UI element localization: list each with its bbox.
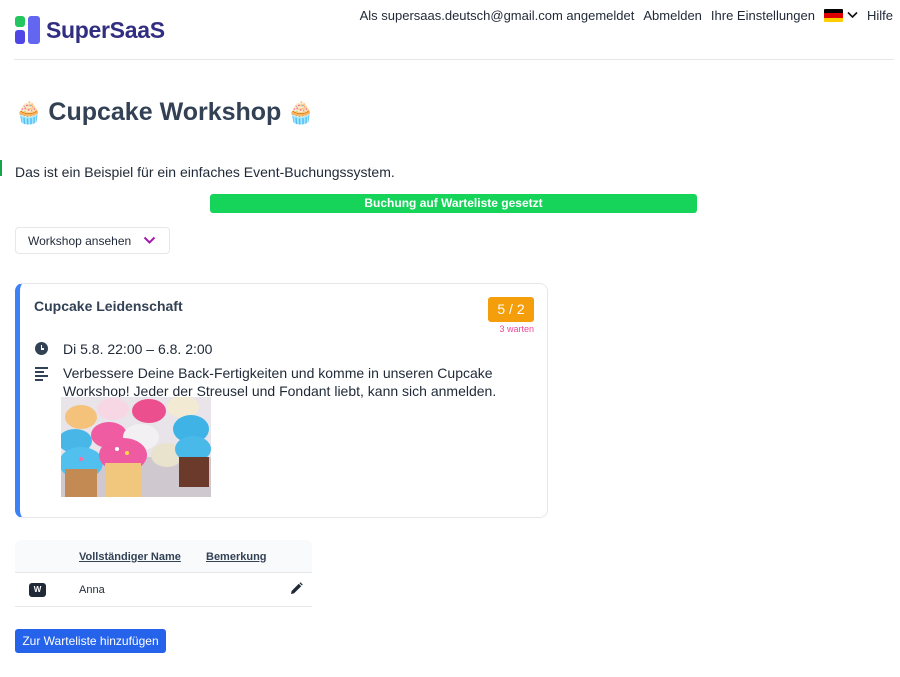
view-select-label: Workshop ansehen <box>28 233 132 248</box>
event-time-row: Di 5.8. 22:00 – 6.8. 2:00 <box>34 340 212 358</box>
header: SuperSaaS Als supersaas.deutsch@gmail.co… <box>0 0 900 60</box>
event-time: Di 5.8. 22:00 – 6.8. 2:00 <box>63 341 213 357</box>
logo[interactable]: SuperSaaS <box>15 16 165 44</box>
event-card[interactable]: Cupcake Leidenschaft 5 / 2 3 warten Di 5… <box>15 283 548 518</box>
flash-message: Buchung auf Warteliste gesetzt <box>210 194 697 213</box>
waitlist-badge: W <box>29 583 46 597</box>
left-edge-marker <box>0 160 2 176</box>
view-select[interactable]: Workshop ansehen <box>15 227 170 254</box>
event-description: Verbessere Deine Back-Fertigkeiten und k… <box>63 365 497 399</box>
description-icon <box>34 364 48 400</box>
capacity-badge: 5 / 2 <box>488 297 534 322</box>
column-header-remark[interactable]: Bemerkung <box>206 551 267 563</box>
column-header-name[interactable]: Vollständiger Name <box>79 551 181 563</box>
waitlist-table: Vollständiger Name Bemerkung W Anna <box>15 540 312 607</box>
logo-icon <box>15 16 40 44</box>
event-description-row: Verbessere Deine Back-Fertigkeiten und k… <box>34 364 524 400</box>
cupcakes-photo <box>61 397 211 497</box>
page-title-text: Cupcake Workshop <box>48 98 282 126</box>
row-name: Anna <box>79 584 105 596</box>
german-flag-icon <box>823 9 843 22</box>
language-selector[interactable] <box>823 9 858 22</box>
chevron-down-icon <box>847 10 858 22</box>
event-name: Cupcake Leidenschaft <box>34 298 183 314</box>
cupcake-icon: 🧁 <box>287 99 315 125</box>
header-divider <box>14 59 894 60</box>
pencil-icon[interactable] <box>290 582 303 600</box>
top-nav: Als supersaas.deutsch@gmail.com angemeld… <box>360 8 893 23</box>
settings-link[interactable]: Ihre Einstellungen <box>711 8 815 23</box>
help-link[interactable]: Hilfe <box>867 8 893 23</box>
login-status: Als supersaas.deutsch@gmail.com angemeld… <box>359 8 635 23</box>
intro-text: Das ist ein Beispiel für ein einfaches E… <box>15 164 395 180</box>
table-row[interactable]: W Anna <box>15 573 312 607</box>
chevron-down-icon <box>143 233 156 248</box>
table-header: Vollständiger Name Bemerkung <box>15 540 312 573</box>
waiting-count: 3 warten <box>499 324 534 334</box>
add-to-waitlist-button[interactable]: Zur Warteliste hinzufügen <box>15 629 166 653</box>
logo-text: SuperSaaS <box>46 16 165 43</box>
page-title: 🧁 Cupcake Workshop 🧁 <box>15 98 315 127</box>
logout-link[interactable]: Abmelden <box>643 8 702 23</box>
clock-icon <box>34 340 48 358</box>
cupcake-icon: 🧁 <box>15 99 43 125</box>
